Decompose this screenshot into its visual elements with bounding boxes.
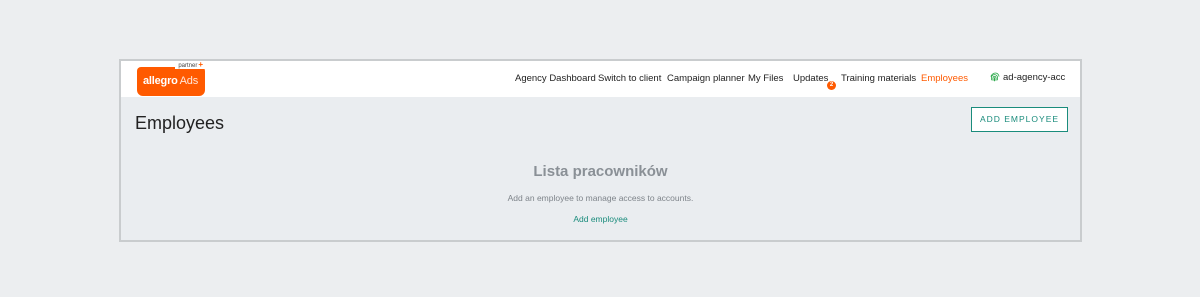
fingerprint-icon [990,72,1000,82]
nav-campaign-planner[interactable]: Campaign planner [667,73,745,84]
brand-name: allegro [143,75,178,87]
nav-agency-dashboard[interactable]: Agency Dashboard [515,73,596,84]
nav-employees[interactable]: Employees [921,73,968,84]
nav-switch-to-client[interactable]: Switch to client [598,73,661,84]
nav-updates-label: Updates [793,73,829,84]
updates-count-badge: 2 [827,81,836,90]
allegro-ads-logo[interactable]: partner+ allegro Ads [137,61,206,96]
brand-product: Ads [179,75,199,87]
app-window: partner+ allegro Ads Agency Dashboard Swi… [119,59,1082,242]
add-employee-link[interactable]: Add employee [121,214,1080,224]
empty-state-text: Add an employee to manage access to acco… [507,193,694,203]
nav-updates[interactable]: Updates 2 [793,73,836,90]
partner-plus-icon: + [198,60,203,69]
account-name: ad-agency-acc [1003,72,1066,83]
add-employee-button[interactable]: ADD EMPLOYEE [971,107,1068,132]
nav-my-files[interactable]: My Files [748,73,783,84]
top-navigation-bar: partner+ allegro Ads Agency Dashboard Swi… [121,61,1080,97]
page-title: Employees [135,113,225,133]
empty-state-heading: Lista pracowników [533,163,668,180]
nav-training-materials[interactable]: Training materials [841,73,916,84]
partner-tab: partner+ [175,61,206,69]
partner-label: partner [178,63,198,69]
account-switcher[interactable]: ad-agency-acc [989,72,1065,83]
logo-text: allegro Ads [143,75,198,87]
